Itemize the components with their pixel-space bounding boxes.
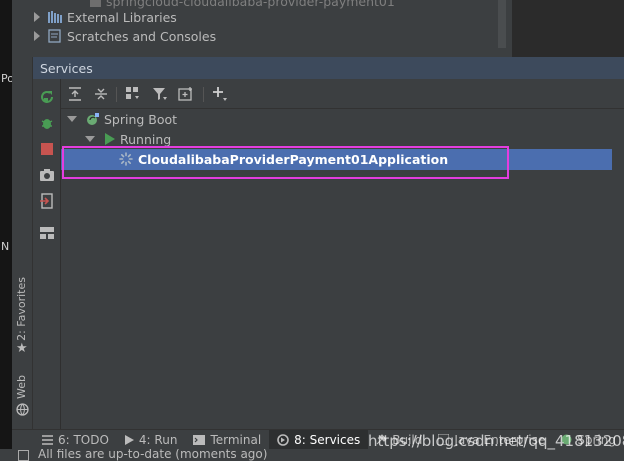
group-by-icon[interactable] bbox=[125, 86, 141, 102]
toolbar-separator bbox=[203, 87, 204, 102]
stop-icon[interactable] bbox=[39, 141, 55, 157]
status-bar: All files are up-to-date (moments ago) bbox=[0, 449, 624, 461]
vertical-scrollbar[interactable] bbox=[498, 0, 506, 48]
filter-icon[interactable] bbox=[152, 86, 168, 102]
rerun-icon[interactable] bbox=[39, 89, 55, 105]
star-icon: ★ bbox=[16, 341, 28, 356]
scratches-icon bbox=[48, 29, 62, 43]
annotation-highlight-box bbox=[62, 146, 509, 179]
tab-todo[interactable]: 6: TODO bbox=[34, 430, 117, 450]
left-edge-fragment: N bbox=[1, 240, 10, 253]
run-icon bbox=[104, 133, 116, 145]
tree-item-scratches[interactable]: Scratches and Consoles bbox=[34, 27, 216, 45]
status-text: All files are up-to-date (moments ago) bbox=[38, 449, 268, 461]
collapse-arrow-icon[interactable] bbox=[67, 116, 77, 122]
new-tab-icon[interactable] bbox=[178, 86, 194, 102]
tree-item-external-libraries[interactable]: External Libraries bbox=[34, 8, 177, 26]
tab-terminal[interactable]: Terminal bbox=[185, 430, 269, 450]
left-tool-window-strip: 2: Favorites ★ Web bbox=[12, 57, 33, 429]
web-tool-button[interactable]: Web bbox=[12, 375, 33, 420]
camera-icon[interactable] bbox=[39, 167, 55, 183]
favorites-tool-button[interactable]: 2: Favorites ★ bbox=[12, 277, 33, 357]
list-icon bbox=[41, 434, 53, 445]
tree-node-spring-boot[interactable]: Spring Boot bbox=[67, 109, 177, 129]
debug-icon[interactable] bbox=[39, 115, 55, 131]
expand-arrow-icon[interactable] bbox=[34, 12, 40, 22]
terminal-icon bbox=[193, 434, 206, 445]
services-side-toolbar bbox=[33, 79, 61, 429]
services-title: Services bbox=[40, 60, 93, 76]
toolbar-separator bbox=[116, 87, 117, 102]
project-tree-panel: springcloud-cloudalibaba-provider-paymen… bbox=[12, 0, 624, 57]
expand-arrow-icon[interactable] bbox=[34, 31, 40, 41]
editor-area bbox=[512, 0, 624, 57]
module-icon bbox=[90, 0, 101, 7]
left-edge-strip: Po N bbox=[0, 0, 14, 461]
library-bars-icon bbox=[48, 11, 62, 23]
add-service-icon[interactable] bbox=[212, 86, 228, 102]
status-checkbox-icon[interactable] bbox=[18, 450, 29, 461]
services-panel-header: Services bbox=[33, 57, 624, 79]
services-tree: Spring Boot Running CloudalibabaProvider… bbox=[61, 109, 624, 429]
tab-services[interactable]: 8: Services bbox=[269, 429, 369, 450]
collapse-all-icon[interactable] bbox=[93, 86, 109, 102]
collapse-arrow-icon[interactable] bbox=[85, 136, 95, 142]
services-icon bbox=[277, 433, 289, 446]
globe-icon bbox=[16, 403, 29, 419]
layout-icon[interactable] bbox=[39, 225, 55, 241]
spring-boot-icon bbox=[86, 112, 100, 126]
expand-all-icon[interactable] bbox=[67, 86, 83, 102]
services-toolbar bbox=[61, 79, 624, 109]
run-icon bbox=[124, 434, 134, 445]
watermark-text: https://blog.csdn.net/qq_41813208 bbox=[368, 432, 624, 450]
exit-icon[interactable] bbox=[39, 193, 55, 209]
tab-run[interactable]: 4: Run bbox=[117, 430, 186, 450]
